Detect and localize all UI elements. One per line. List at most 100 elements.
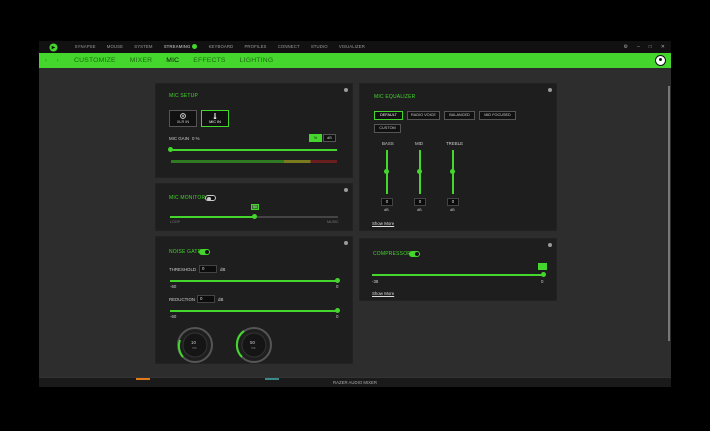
threshold-input[interactable]: 0 bbox=[199, 265, 217, 273]
top-nav: SYNAPSE MOUSE SYSTEM STREAMING KEYBOARD … bbox=[69, 41, 371, 53]
noise-gate-settings-icon[interactable] bbox=[344, 241, 348, 245]
mic-monitor-settings-icon[interactable] bbox=[344, 188, 348, 192]
compressor-slider-track[interactable] bbox=[372, 274, 543, 276]
mic-gain-label: MIC GAIN bbox=[169, 136, 190, 141]
tab-effects[interactable]: EFFECTS bbox=[186, 57, 232, 64]
device-mic-in-button[interactable]: MIC IN bbox=[201, 110, 229, 127]
mic-jack-icon bbox=[213, 113, 217, 119]
device-xlr-in-button[interactable]: XLR IN bbox=[169, 110, 197, 127]
compressor-slider-handle[interactable] bbox=[541, 272, 546, 277]
attack-dial-unit: ms bbox=[192, 346, 197, 350]
mic-level-meter bbox=[171, 160, 337, 163]
mic-monitor-toggle[interactable] bbox=[205, 195, 216, 201]
noise-gate-title: NOISE GATE bbox=[169, 249, 202, 255]
reduction-label: REDUCTION bbox=[169, 297, 196, 302]
eq-band-bass-label: BASS bbox=[382, 141, 394, 146]
compressor-value-badge bbox=[538, 263, 547, 270]
reduction-input[interactable]: 0 bbox=[197, 295, 215, 303]
eq-band-treble-label: TREBLE bbox=[446, 141, 464, 146]
preset-mid-focused-button[interactable]: MID FOCUSED bbox=[479, 111, 516, 120]
reduction-unit: dB bbox=[218, 297, 224, 302]
mic-monitor-title: MIC MONITOR bbox=[169, 195, 206, 201]
threshold-slider-handle[interactable] bbox=[335, 278, 340, 283]
preset-balanced-label: BALANCED bbox=[449, 113, 470, 117]
eq-treble-input[interactable]: 0 bbox=[447, 198, 459, 206]
topnav-studio[interactable]: STUDIO bbox=[305, 41, 333, 53]
preset-custom-button[interactable]: CUSTOM bbox=[374, 124, 401, 133]
back-arrow-icon[interactable]: ‹ bbox=[45, 58, 51, 64]
status-bar-title: RAZER AUDIO MIXER bbox=[333, 380, 377, 385]
preset-radio-voice-label: RADIO VOICE bbox=[411, 113, 436, 117]
unit-db-button[interactable]: dB bbox=[323, 134, 336, 142]
window-controls: ⚙ – □ ✕ bbox=[624, 41, 666, 53]
compressor-show-more-link[interactable]: Show More bbox=[372, 291, 394, 296]
threshold-min-label: -60 bbox=[170, 284, 177, 289]
close-icon[interactable]: ✕ bbox=[661, 41, 665, 53]
eq-mid-slider-handle[interactable] bbox=[417, 169, 422, 174]
settings-icon[interactable]: ⚙ bbox=[624, 41, 628, 53]
topnav-mouse[interactable]: MOUSE bbox=[101, 41, 128, 53]
mic-gain-slider-handle[interactable] bbox=[168, 147, 173, 152]
mic-setup-panel: MIC SETUP XLR IN MIC IN MIC GAIN 0 % % d… bbox=[155, 83, 353, 178]
device-xlr-in-label: XLR IN bbox=[176, 120, 190, 124]
minimize-icon[interactable]: – bbox=[637, 41, 640, 53]
tab-mic[interactable]: MIC bbox=[159, 57, 186, 64]
eq-bass-input[interactable]: 0 bbox=[381, 198, 393, 206]
topnav-keyboard[interactable]: KEYBOARD bbox=[203, 41, 239, 53]
topnav-connect[interactable]: CONNECT bbox=[272, 41, 305, 53]
reduction-slider-track[interactable] bbox=[170, 310, 336, 312]
topnav-streaming[interactable]: STREAMING bbox=[158, 41, 203, 53]
mic-monitor-panel: MIC MONITOR 50 LOOP MUSIC bbox=[155, 183, 353, 231]
scrollbar[interactable] bbox=[668, 86, 670, 341]
mic-setup-settings-icon[interactable] bbox=[344, 88, 348, 92]
preset-mid-focused-label: MID FOCUSED bbox=[484, 113, 511, 117]
razer-logo-icon[interactable] bbox=[47, 42, 59, 52]
eq-band-mid-label: MID bbox=[415, 141, 424, 146]
mic-gain-value: 0 % bbox=[192, 136, 200, 141]
notification-badge bbox=[192, 44, 198, 50]
mic-equalizer-title: MIC EQUALIZER bbox=[374, 94, 416, 100]
compressor-title: COMPRESSOR bbox=[373, 251, 412, 257]
threshold-slider-track[interactable] bbox=[170, 280, 336, 282]
attack-dial-ring bbox=[177, 327, 213, 363]
mic-equalizer-settings-icon[interactable] bbox=[548, 88, 552, 92]
mic-monitor-left-label: LOOP bbox=[170, 220, 180, 224]
maximize-icon[interactable]: □ bbox=[649, 41, 652, 53]
mic-gain-slider-track[interactable] bbox=[171, 149, 337, 151]
unit-percent-button[interactable]: % bbox=[309, 134, 322, 142]
preset-radio-voice-button[interactable]: RADIO VOICE bbox=[407, 111, 440, 120]
mic-equalizer-panel: MIC EQUALIZER DEFAULT RADIO VOICE BALANC… bbox=[359, 83, 557, 231]
preset-default-button[interactable]: DEFAULT bbox=[374, 111, 403, 120]
topnav-system[interactable]: SYSTEM bbox=[129, 41, 158, 53]
release-dial-unit: ms bbox=[251, 346, 256, 350]
forward-arrow-icon[interactable]: › bbox=[57, 58, 63, 64]
mic-setup-title: MIC SETUP bbox=[169, 93, 199, 99]
compressor-settings-icon[interactable] bbox=[548, 243, 552, 247]
release-dial-ring bbox=[235, 327, 272, 363]
topnav-streaming-label: STREAMING bbox=[163, 44, 191, 49]
noise-gate-toggle[interactable] bbox=[199, 249, 210, 255]
attack-dial[interactable]: 10 ms bbox=[175, 325, 215, 365]
reduction-slider-handle[interactable] bbox=[335, 308, 340, 313]
preset-balanced-button[interactable]: BALANCED bbox=[444, 111, 475, 120]
eq-treble-slider-handle[interactable] bbox=[450, 169, 455, 174]
compressor-max-label: 0 bbox=[541, 279, 544, 284]
user-avatar-icon[interactable] bbox=[655, 55, 666, 66]
topnav-synapse[interactable]: SYNAPSE bbox=[69, 41, 101, 53]
mic-monitor-slider-handle[interactable] bbox=[252, 214, 257, 219]
reduction-max-label: 0 bbox=[336, 314, 339, 319]
preset-default-label: DEFAULT bbox=[380, 113, 397, 117]
release-dial[interactable]: 50 ms bbox=[234, 325, 274, 365]
eq-bass-slider-handle[interactable] bbox=[384, 169, 389, 174]
eq-mid-unit: dB bbox=[417, 208, 422, 212]
noise-gate-panel: NOISE GATE THRESHOLD 0 dB -60 0 REDUCTIO… bbox=[155, 236, 353, 364]
device-mic-in-label: MIC IN bbox=[209, 120, 221, 124]
tab-customize[interactable]: CUSTOMIZE bbox=[67, 57, 123, 64]
topnav-profiles[interactable]: PROFILES bbox=[239, 41, 272, 53]
topnav-visualizer[interactable]: VISUALIZER bbox=[333, 41, 370, 53]
eq-show-more-link[interactable]: Show More bbox=[372, 221, 394, 226]
eq-mid-input[interactable]: 0 bbox=[414, 198, 426, 206]
tab-lighting[interactable]: LIGHTING bbox=[233, 57, 281, 64]
tab-mixer[interactable]: MIXER bbox=[123, 57, 160, 64]
compressor-toggle[interactable] bbox=[409, 251, 420, 257]
